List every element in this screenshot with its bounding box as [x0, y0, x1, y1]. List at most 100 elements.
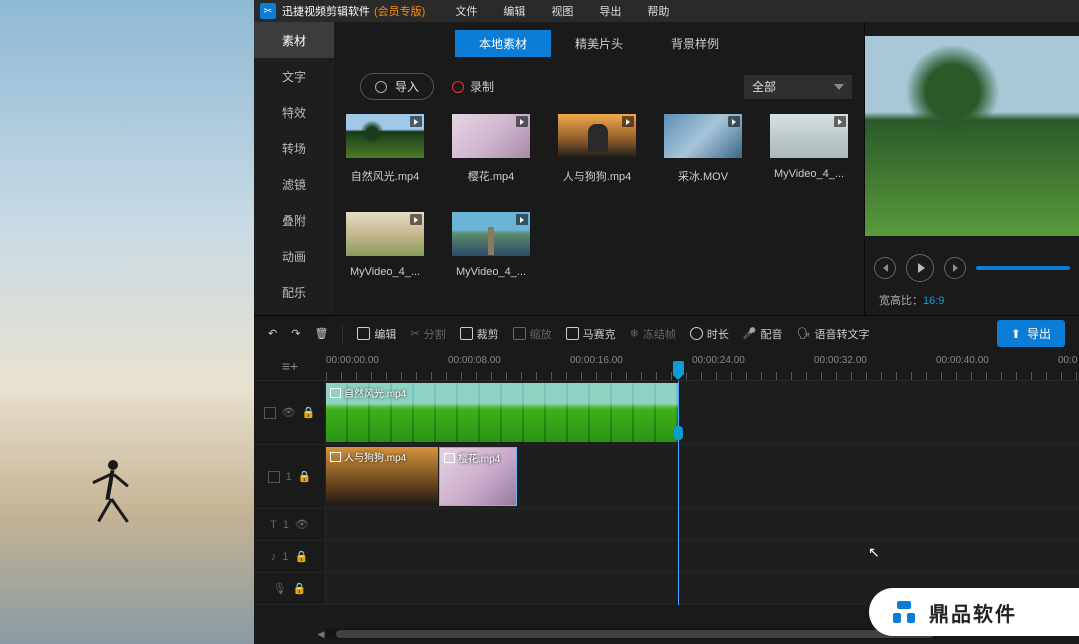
- subtab-backgrounds[interactable]: 背景样例: [647, 30, 743, 57]
- tab-effects[interactable]: 特效: [254, 94, 334, 130]
- app-edition: (会员专版): [374, 3, 425, 19]
- app-logo-icon: ✂: [260, 3, 276, 19]
- tab-music[interactable]: 配乐: [254, 274, 334, 310]
- timeline-settings-button[interactable]: ≡+: [254, 351, 326, 380]
- play-icon: [410, 116, 422, 127]
- crop-icon: [460, 327, 473, 340]
- subtab-local[interactable]: 本地素材: [455, 30, 551, 57]
- mic-icon: 🎙: [273, 582, 287, 595]
- clip-sakura[interactable]: 樱花.mp4: [439, 447, 517, 506]
- refresh-icon: [375, 81, 387, 93]
- video-lane-1[interactable]: 自然风光.mp4: [326, 381, 1079, 444]
- eye-icon[interactable]: 👁: [282, 406, 296, 419]
- clip-dog[interactable]: 人与狗狗.mp4: [326, 447, 438, 506]
- runner-silhouette: [70, 455, 150, 545]
- preview-frame[interactable]: [865, 36, 1079, 236]
- watermark-text: 鼎品软件: [929, 598, 1017, 627]
- thumbnail-label: MyVideo_4_...: [770, 168, 848, 180]
- menu-help[interactable]: 帮助: [647, 3, 669, 19]
- chevron-down-icon: [834, 84, 844, 90]
- playhead[interactable]: [678, 381, 679, 605]
- record-button[interactable]: 录制: [452, 78, 494, 95]
- tab-animation[interactable]: 动画: [254, 238, 334, 274]
- thumbnail[interactable]: MyVideo_4_...: [452, 212, 530, 278]
- scissors-icon: ✂: [410, 327, 419, 340]
- text-lane[interactable]: [326, 509, 1079, 540]
- sub-tabs: 本地素材 精美片头 背景样例: [346, 30, 852, 57]
- lock-icon[interactable]: 🔒: [298, 470, 312, 483]
- thumbnail-label: 樱花.mp4: [452, 168, 530, 184]
- video-icon: [264, 407, 276, 419]
- tab-overlay[interactable]: 叠附: [254, 202, 334, 238]
- track-index: 1: [286, 471, 292, 483]
- clip-nature[interactable]: 自然风光.mp4: [326, 383, 678, 442]
- menu-edit[interactable]: 编辑: [503, 3, 525, 19]
- tool-stt[interactable]: 🗣语音转文字: [797, 326, 870, 342]
- timestamp: 00:00:00.00: [326, 355, 379, 366]
- preview-panel: 宽高比：16:9: [864, 22, 1079, 315]
- tool-duration[interactable]: 时长: [690, 326, 729, 342]
- menu-export[interactable]: 导出: [599, 3, 621, 19]
- tab-material[interactable]: 素材: [254, 22, 334, 58]
- thumbnail[interactable]: 人与狗狗.mp4: [558, 114, 636, 184]
- mic-icon: 🎤: [743, 327, 757, 340]
- thumbnail-label: MyVideo_4_...: [452, 266, 530, 278]
- audio-lane[interactable]: [326, 541, 1079, 572]
- undo-button[interactable]: ↶: [268, 327, 277, 340]
- tracks: 👁🔒 自然风光.mp4 1🔒 人与狗狗.mp4 樱花.mp4 T1👁 ♪1🔒: [254, 381, 1079, 605]
- tab-filter[interactable]: 滤镜: [254, 166, 334, 202]
- timestamp: 00:00:16.00: [570, 355, 623, 366]
- subtab-intros[interactable]: 精美片头: [551, 30, 647, 57]
- video-editor-window: ✂ 迅捷视频剪辑软件 (会员专版) 文件 编辑 视图 导出 帮助 素材 文字 特…: [254, 0, 1079, 644]
- thumbnail-label: 自然风光.mp4: [346, 168, 424, 184]
- tool-zoom[interactable]: 缩放: [513, 326, 552, 342]
- thumbnail[interactable]: MyVideo_4_...: [770, 114, 848, 184]
- menu-view[interactable]: 视图: [551, 3, 573, 19]
- filter-dropdown[interactable]: 全部: [744, 75, 852, 99]
- clock-icon: [690, 327, 703, 340]
- video-track-2: 1 🔒 人与狗狗.mp4 樱花.mp4: [254, 445, 1079, 509]
- thumbnail[interactable]: 樱花.mp4: [452, 114, 530, 184]
- thumbnail[interactable]: 采冰.MOV: [664, 114, 742, 184]
- eye-icon[interactable]: 👁: [295, 518, 309, 531]
- menu-file[interactable]: 文件: [455, 3, 477, 19]
- import-button[interactable]: 导入: [360, 73, 434, 100]
- tool-edit[interactable]: 编辑: [357, 326, 396, 342]
- tool-freeze[interactable]: ❄冻结帧: [630, 326, 676, 342]
- app-name: 迅捷视频剪辑软件: [282, 3, 370, 19]
- redo-button[interactable]: ↷: [291, 327, 300, 340]
- video-lane-2[interactable]: 人与狗狗.mp4 樱花.mp4: [326, 445, 1079, 508]
- main-menu: 文件 编辑 视图 导出 帮助: [455, 3, 669, 19]
- lock-icon[interactable]: 🔒: [293, 582, 307, 595]
- lock-icon[interactable]: 🔒: [294, 550, 308, 563]
- tool-mosaic[interactable]: 马赛克: [566, 326, 616, 342]
- timeline-toolbar: ↶ ↷ 🗑 编辑 ✂分割 裁剪 缩放 马赛克 ❄冻结帧 时长 🎤配音 🗣语音转文…: [254, 315, 1079, 351]
- preview-progress[interactable]: [976, 266, 1070, 270]
- thumbnail[interactable]: MyVideo_4_...: [346, 212, 424, 278]
- tab-transition[interactable]: 转场: [254, 130, 334, 166]
- play-icon: [622, 116, 634, 127]
- time-ruler[interactable]: 00:00:00.0000:00:08.0000:00:16.0000:00:2…: [326, 351, 1079, 380]
- tool-crop[interactable]: 裁剪: [460, 326, 499, 342]
- export-button[interactable]: ⬆导出: [997, 320, 1065, 347]
- prev-frame-button[interactable]: [874, 257, 896, 279]
- timestamp: 00:00:08.00: [448, 355, 501, 366]
- watermark-logo-icon: [889, 597, 919, 627]
- timestamp: 00:00:32.00: [814, 355, 867, 366]
- thumbnail[interactable]: 自然风光.mp4: [346, 114, 424, 184]
- play-button[interactable]: [906, 254, 934, 282]
- record-icon: [452, 81, 464, 93]
- next-frame-button[interactable]: [944, 257, 966, 279]
- thumbnail-label: 采冰.MOV: [664, 168, 742, 184]
- delete-button[interactable]: 🗑: [314, 327, 328, 340]
- thumbnails-grid: 自然风光.mp4 樱花.mp4 人与狗狗.mp4 采冰.MOV MyVideo_4_..…: [346, 114, 852, 278]
- tab-text[interactable]: 文字: [254, 58, 334, 94]
- export-icon: ⬆: [1011, 327, 1021, 341]
- tool-dub[interactable]: 🎤配音: [743, 326, 783, 342]
- mosaic-icon: [566, 327, 579, 340]
- lock-icon[interactable]: 🔒: [302, 406, 316, 419]
- play-icon: [516, 214, 528, 225]
- thumbnail-label: MyVideo_4_...: [346, 266, 424, 278]
- tool-split[interactable]: ✂分割: [410, 326, 445, 342]
- freeze-icon: ❄: [630, 327, 639, 340]
